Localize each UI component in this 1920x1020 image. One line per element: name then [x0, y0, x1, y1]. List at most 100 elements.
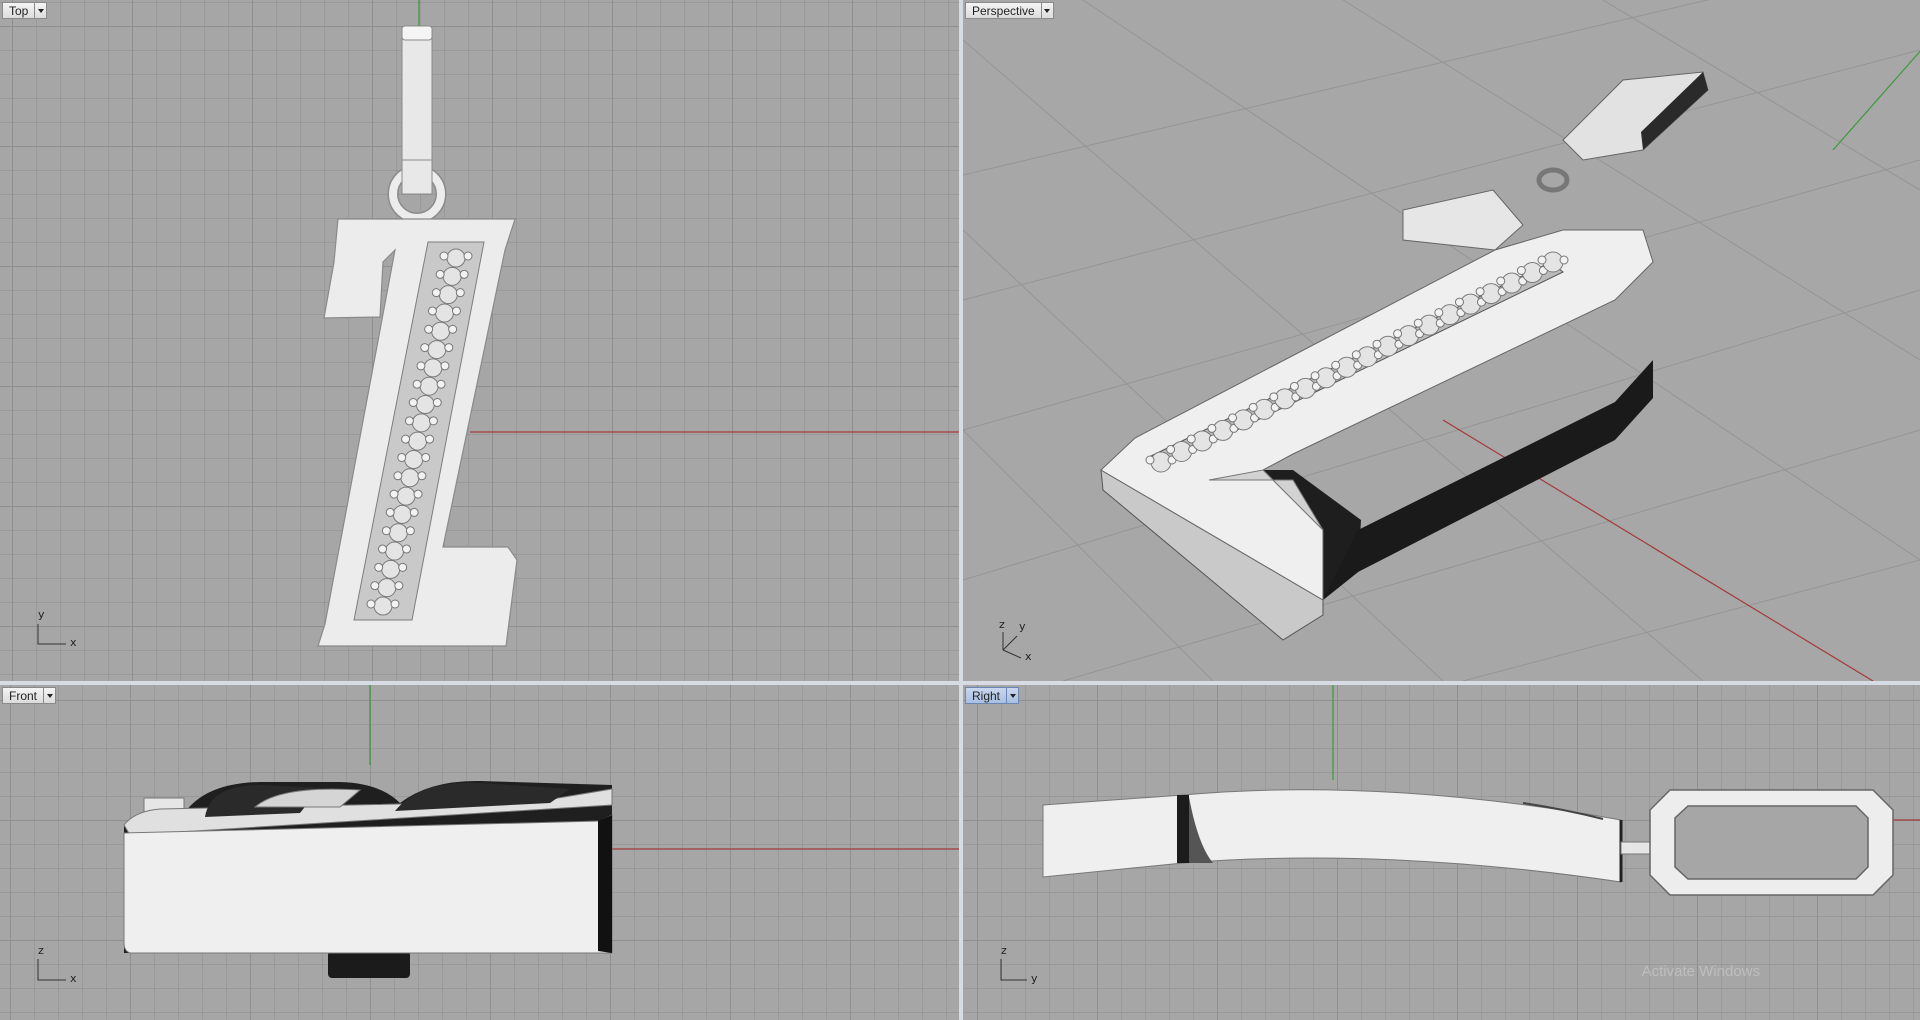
stone [381, 559, 401, 579]
axis-label-z: z [999, 618, 1005, 631]
chevron-down-icon [1009, 693, 1016, 698]
pendant-letter-z[interactable] [123, 780, 613, 978]
prong [427, 306, 437, 316]
viewport-tab-right[interactable]: Right [965, 687, 1020, 704]
prong [421, 452, 431, 462]
prong [1413, 318, 1423, 328]
prong [397, 452, 407, 462]
prong [1475, 287, 1485, 297]
prong [428, 416, 438, 426]
viewport-menu-arrow[interactable] [34, 2, 48, 19]
prong [435, 269, 445, 279]
stone [388, 523, 408, 543]
chevron-down-icon [1044, 8, 1051, 13]
prong [366, 599, 376, 609]
y-axis-line [1832, 50, 1920, 151]
viewport-front[interactable]: z x Front [0, 685, 959, 1020]
stone [427, 340, 447, 360]
stone [404, 449, 424, 469]
stone [431, 321, 451, 341]
viewport-title: Perspective [965, 2, 1041, 19]
prong [440, 361, 450, 371]
prong [1269, 392, 1279, 402]
chevron-down-icon [46, 693, 53, 698]
stone [438, 285, 458, 305]
axis-triad [1000, 959, 1027, 981]
perspective-view-scene[interactable]: z y x [963, 0, 1920, 681]
stone [411, 413, 431, 433]
prong [1145, 455, 1155, 465]
prong [405, 526, 415, 536]
prong [1248, 402, 1258, 412]
stone [419, 376, 439, 396]
prong [431, 288, 441, 298]
stone [434, 303, 454, 323]
prong [1351, 350, 1361, 360]
prong [408, 398, 418, 408]
prong [389, 489, 399, 499]
prong [374, 562, 384, 572]
bail[interactable] [1536, 71, 1709, 193]
stone [385, 541, 405, 561]
stone [408, 431, 428, 451]
prong [1496, 276, 1506, 286]
prong [1228, 413, 1238, 423]
prong [1331, 360, 1341, 370]
prong [417, 471, 427, 481]
prong [1434, 308, 1444, 318]
pendant-letter-z[interactable] [1042, 789, 1623, 883]
viewport-menu-arrow[interactable] [1040, 2, 1054, 19]
viewport-tab-perspective[interactable]: Perspective [965, 2, 1054, 19]
pendant-letter-z[interactable] [1100, 189, 1654, 641]
prong [439, 251, 449, 261]
prong [1372, 339, 1382, 349]
prong [370, 581, 380, 591]
front-view-scene[interactable]: z x [0, 685, 959, 1020]
stone [442, 266, 462, 286]
viewport-menu-arrow[interactable] [43, 687, 57, 704]
chevron-down-icon [37, 8, 44, 13]
viewport-menu-arrow[interactable] [1006, 687, 1020, 704]
prong [401, 434, 411, 444]
prong [409, 507, 419, 517]
prong [394, 581, 404, 591]
viewport-right[interactable]: z y Right Activate Windows [963, 685, 1920, 1020]
bail[interactable] [387, 25, 447, 224]
viewport-top[interactable]: y x Top [0, 0, 959, 681]
stone [446, 248, 466, 268]
prong [1186, 434, 1196, 444]
axis-label-y: y [1031, 972, 1038, 985]
prong [378, 544, 388, 554]
viewport-tab-front[interactable]: Front [2, 687, 57, 704]
viewport-title: Right [965, 687, 1007, 704]
prong [420, 343, 430, 353]
stone [415, 395, 435, 415]
prong [1516, 266, 1526, 276]
axis-triad [37, 624, 66, 645]
stone [400, 468, 420, 488]
prong [1454, 297, 1464, 307]
prong [1289, 381, 1299, 391]
top-view-scene[interactable]: y x [0, 0, 959, 681]
viewport-tab-top[interactable]: Top [2, 2, 48, 19]
prong [404, 416, 414, 426]
prong [459, 269, 469, 279]
prong [444, 343, 454, 353]
prong [413, 489, 423, 499]
stone [396, 486, 416, 506]
prong [385, 507, 395, 517]
axis-label-z: z [38, 944, 44, 957]
prong [432, 398, 442, 408]
viewport-title: Top [2, 2, 35, 19]
axis-label-y: y [1019, 620, 1026, 633]
stone [423, 358, 443, 378]
viewport-perspective[interactable]: z y x Perspective [963, 0, 1920, 681]
prong [1559, 255, 1569, 265]
prong [455, 288, 465, 298]
right-view-scene[interactable]: z y [963, 685, 1920, 1020]
viewport-title: Front [2, 687, 44, 704]
axis-label-x: x [70, 636, 77, 649]
bail[interactable] [1620, 789, 1894, 896]
prong [398, 562, 408, 572]
prong [416, 361, 426, 371]
